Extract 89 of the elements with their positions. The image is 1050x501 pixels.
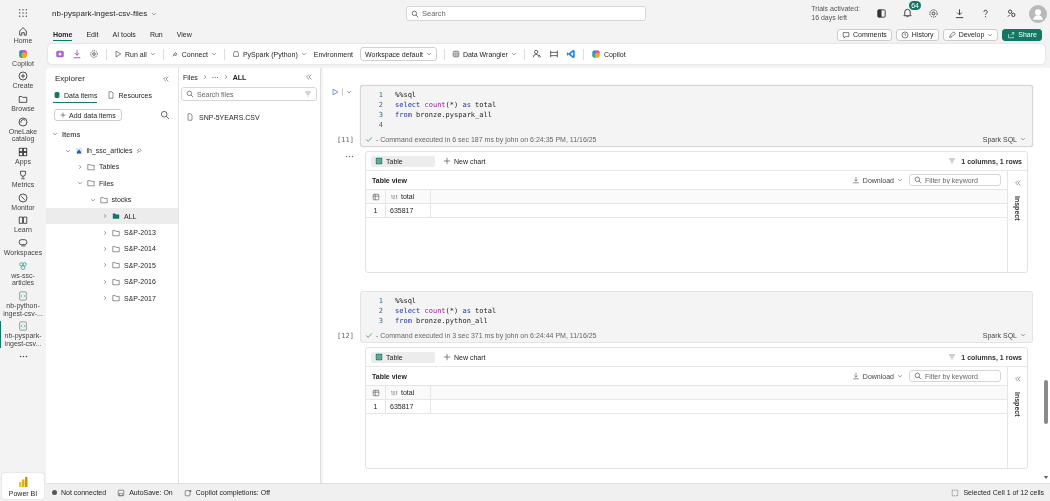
app-launcher-icon[interactable] — [18, 8, 28, 18]
database-icon — [53, 91, 61, 99]
chevron-right-icon — [102, 295, 108, 302]
chevron-down-icon — [425, 51, 432, 57]
pin-icon — [136, 147, 143, 154]
comment-icon — [842, 30, 850, 39]
collapse-icon[interactable] — [1013, 375, 1022, 383]
file-icon — [107, 91, 116, 99]
file-icon — [186, 113, 194, 121]
table-icon — [371, 192, 380, 201]
person-icon[interactable] — [531, 49, 542, 59]
chevron-down-icon — [149, 51, 156, 57]
home-icon — [18, 26, 28, 36]
table-icon — [375, 353, 383, 361]
book-icon — [18, 215, 28, 226]
avatar-icon[interactable] — [1029, 4, 1047, 23]
scroll-down-icon[interactable] — [1042, 475, 1049, 480]
panel-title: Explorer — [55, 74, 85, 83]
search-icon — [914, 176, 922, 184]
chevron-down-icon — [300, 51, 307, 57]
chevron-right-icon — [102, 229, 108, 236]
collapse-cell-icon — [346, 89, 352, 95]
search-icon — [411, 9, 419, 18]
grid-icon — [451, 50, 460, 58]
selection-icon — [951, 488, 960, 497]
sparkle-icon — [183, 488, 192, 497]
chevron-down-icon — [897, 177, 903, 183]
pencil-icon — [947, 30, 956, 39]
check-icon — [365, 331, 373, 339]
bell-icon[interactable] — [902, 7, 913, 18]
chevron-right-icon — [201, 74, 208, 80]
plus-icon — [443, 157, 451, 165]
run-cell-icon[interactable] — [331, 88, 339, 96]
play-icon — [114, 50, 122, 58]
clock-icon — [900, 30, 909, 39]
frame-icon[interactable] — [548, 49, 559, 59]
workspace-icon — [18, 260, 28, 271]
catalog-icon — [18, 116, 28, 127]
chevron-down-icon — [89, 196, 96, 203]
plus-icon — [60, 112, 66, 118]
chevron-down-icon — [52, 131, 58, 138]
collapse-icon[interactable] — [1013, 179, 1022, 187]
swirl-icon — [590, 49, 601, 59]
collapse-icon[interactable] — [305, 73, 313, 81]
chevron-down-icon — [1020, 136, 1026, 142]
chevron-right-icon — [102, 245, 108, 252]
monitor-icon — [18, 192, 28, 203]
chevron-down-icon — [510, 51, 517, 57]
download-icon[interactable] — [954, 8, 965, 19]
notebook-title: nb-pyspark-ingest-csv-files — [52, 9, 148, 18]
settings-icon[interactable] — [928, 8, 939, 19]
workspaces-icon — [18, 237, 28, 248]
share-icon — [1007, 30, 1016, 39]
chevron-down-icon — [210, 51, 217, 57]
collapse-icon[interactable] — [162, 74, 170, 83]
folder-icon — [18, 94, 28, 105]
chevron-down-icon — [897, 373, 903, 379]
swirl-icon — [18, 48, 28, 59]
bar-chart-icon — [17, 476, 29, 488]
save-icon — [117, 488, 126, 497]
number-type-icon — [390, 388, 398, 397]
people-icon[interactable] — [1006, 8, 1017, 19]
number-type-icon — [390, 192, 398, 201]
chevron-right-icon — [102, 213, 108, 220]
search-icon[interactable] — [160, 110, 170, 120]
plus-icon — [443, 353, 451, 361]
title-menu-icon — [151, 10, 158, 17]
search-icon — [914, 372, 922, 380]
chevron-down-icon — [987, 31, 994, 38]
table-icon — [375, 157, 383, 165]
lakehouse-icon — [74, 146, 83, 155]
download-icon — [851, 372, 860, 380]
chevron-down-icon — [1020, 332, 1026, 338]
chevron-down-icon — [77, 180, 83, 187]
check-icon — [365, 135, 373, 143]
search-icon — [186, 90, 194, 98]
chevron-right-icon — [102, 278, 108, 285]
table-icon — [371, 388, 380, 397]
chevron-right-icon — [102, 262, 108, 269]
download-icon — [851, 176, 860, 184]
panel-icon[interactable] — [876, 8, 887, 19]
editor-icon[interactable] — [565, 49, 576, 59]
chevron-right-icon — [222, 74, 229, 80]
chevron-down-icon — [64, 147, 71, 154]
trophy-icon — [18, 169, 28, 180]
apps-icon — [18, 147, 28, 158]
chevron-right-icon — [77, 163, 83, 170]
plus-circle-icon — [18, 71, 28, 82]
settings-icon[interactable] — [89, 49, 99, 59]
